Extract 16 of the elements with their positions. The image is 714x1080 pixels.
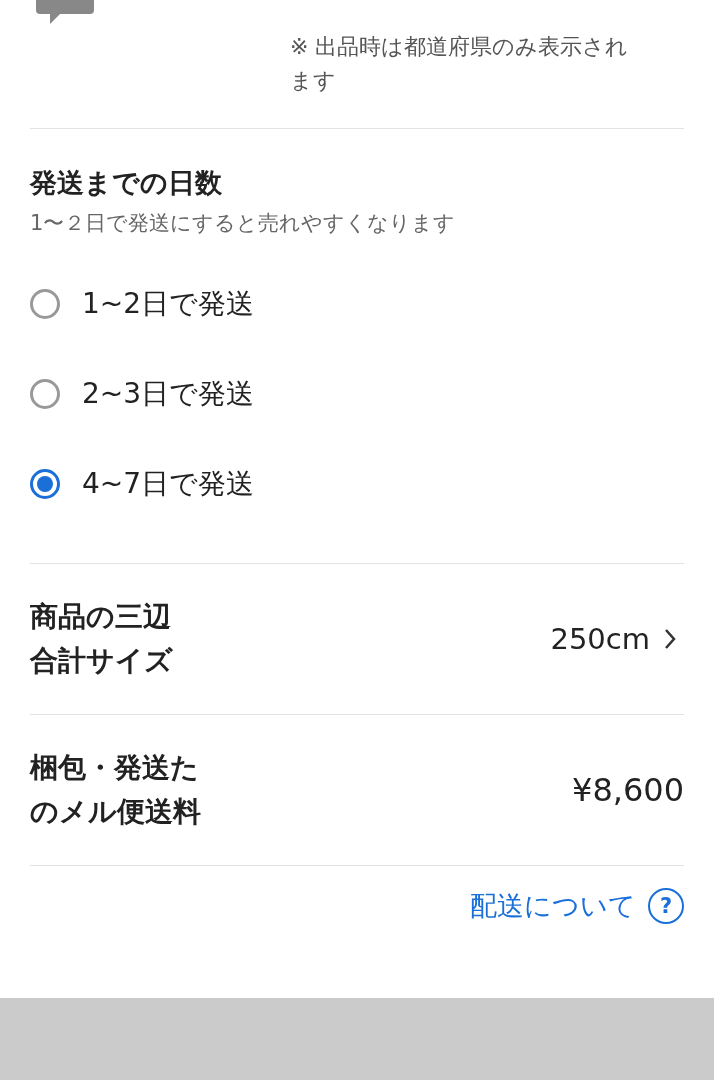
address-note: ※ 出品時は都道府県のみ表示されます bbox=[290, 33, 630, 95]
size-label: 商品の三辺合計サイズ bbox=[30, 599, 174, 679]
chevron-right-icon bbox=[664, 628, 676, 650]
radio-button[interactable] bbox=[30, 469, 60, 499]
radio-button[interactable] bbox=[30, 379, 60, 409]
fee-value: ¥8,600 bbox=[572, 771, 684, 809]
section-title: 発送までの日数 bbox=[30, 166, 223, 200]
radio-button[interactable] bbox=[30, 289, 60, 319]
help-icon[interactable]: ? bbox=[648, 888, 684, 924]
size-selector[interactable]: 250cm bbox=[550, 622, 684, 656]
section-hint: 1〜２日で発送にすると売れやすくなります bbox=[30, 210, 457, 237]
option-label: 1~2日で発送 bbox=[82, 286, 255, 322]
option-label: 2~3日で発送 bbox=[82, 376, 255, 412]
fee-label: 梱包・発送たのメル便送料 bbox=[30, 750, 202, 830]
shipping-info-link[interactable]: 配送について bbox=[470, 888, 636, 924]
option-label: 4~7日で発送 bbox=[82, 466, 255, 502]
